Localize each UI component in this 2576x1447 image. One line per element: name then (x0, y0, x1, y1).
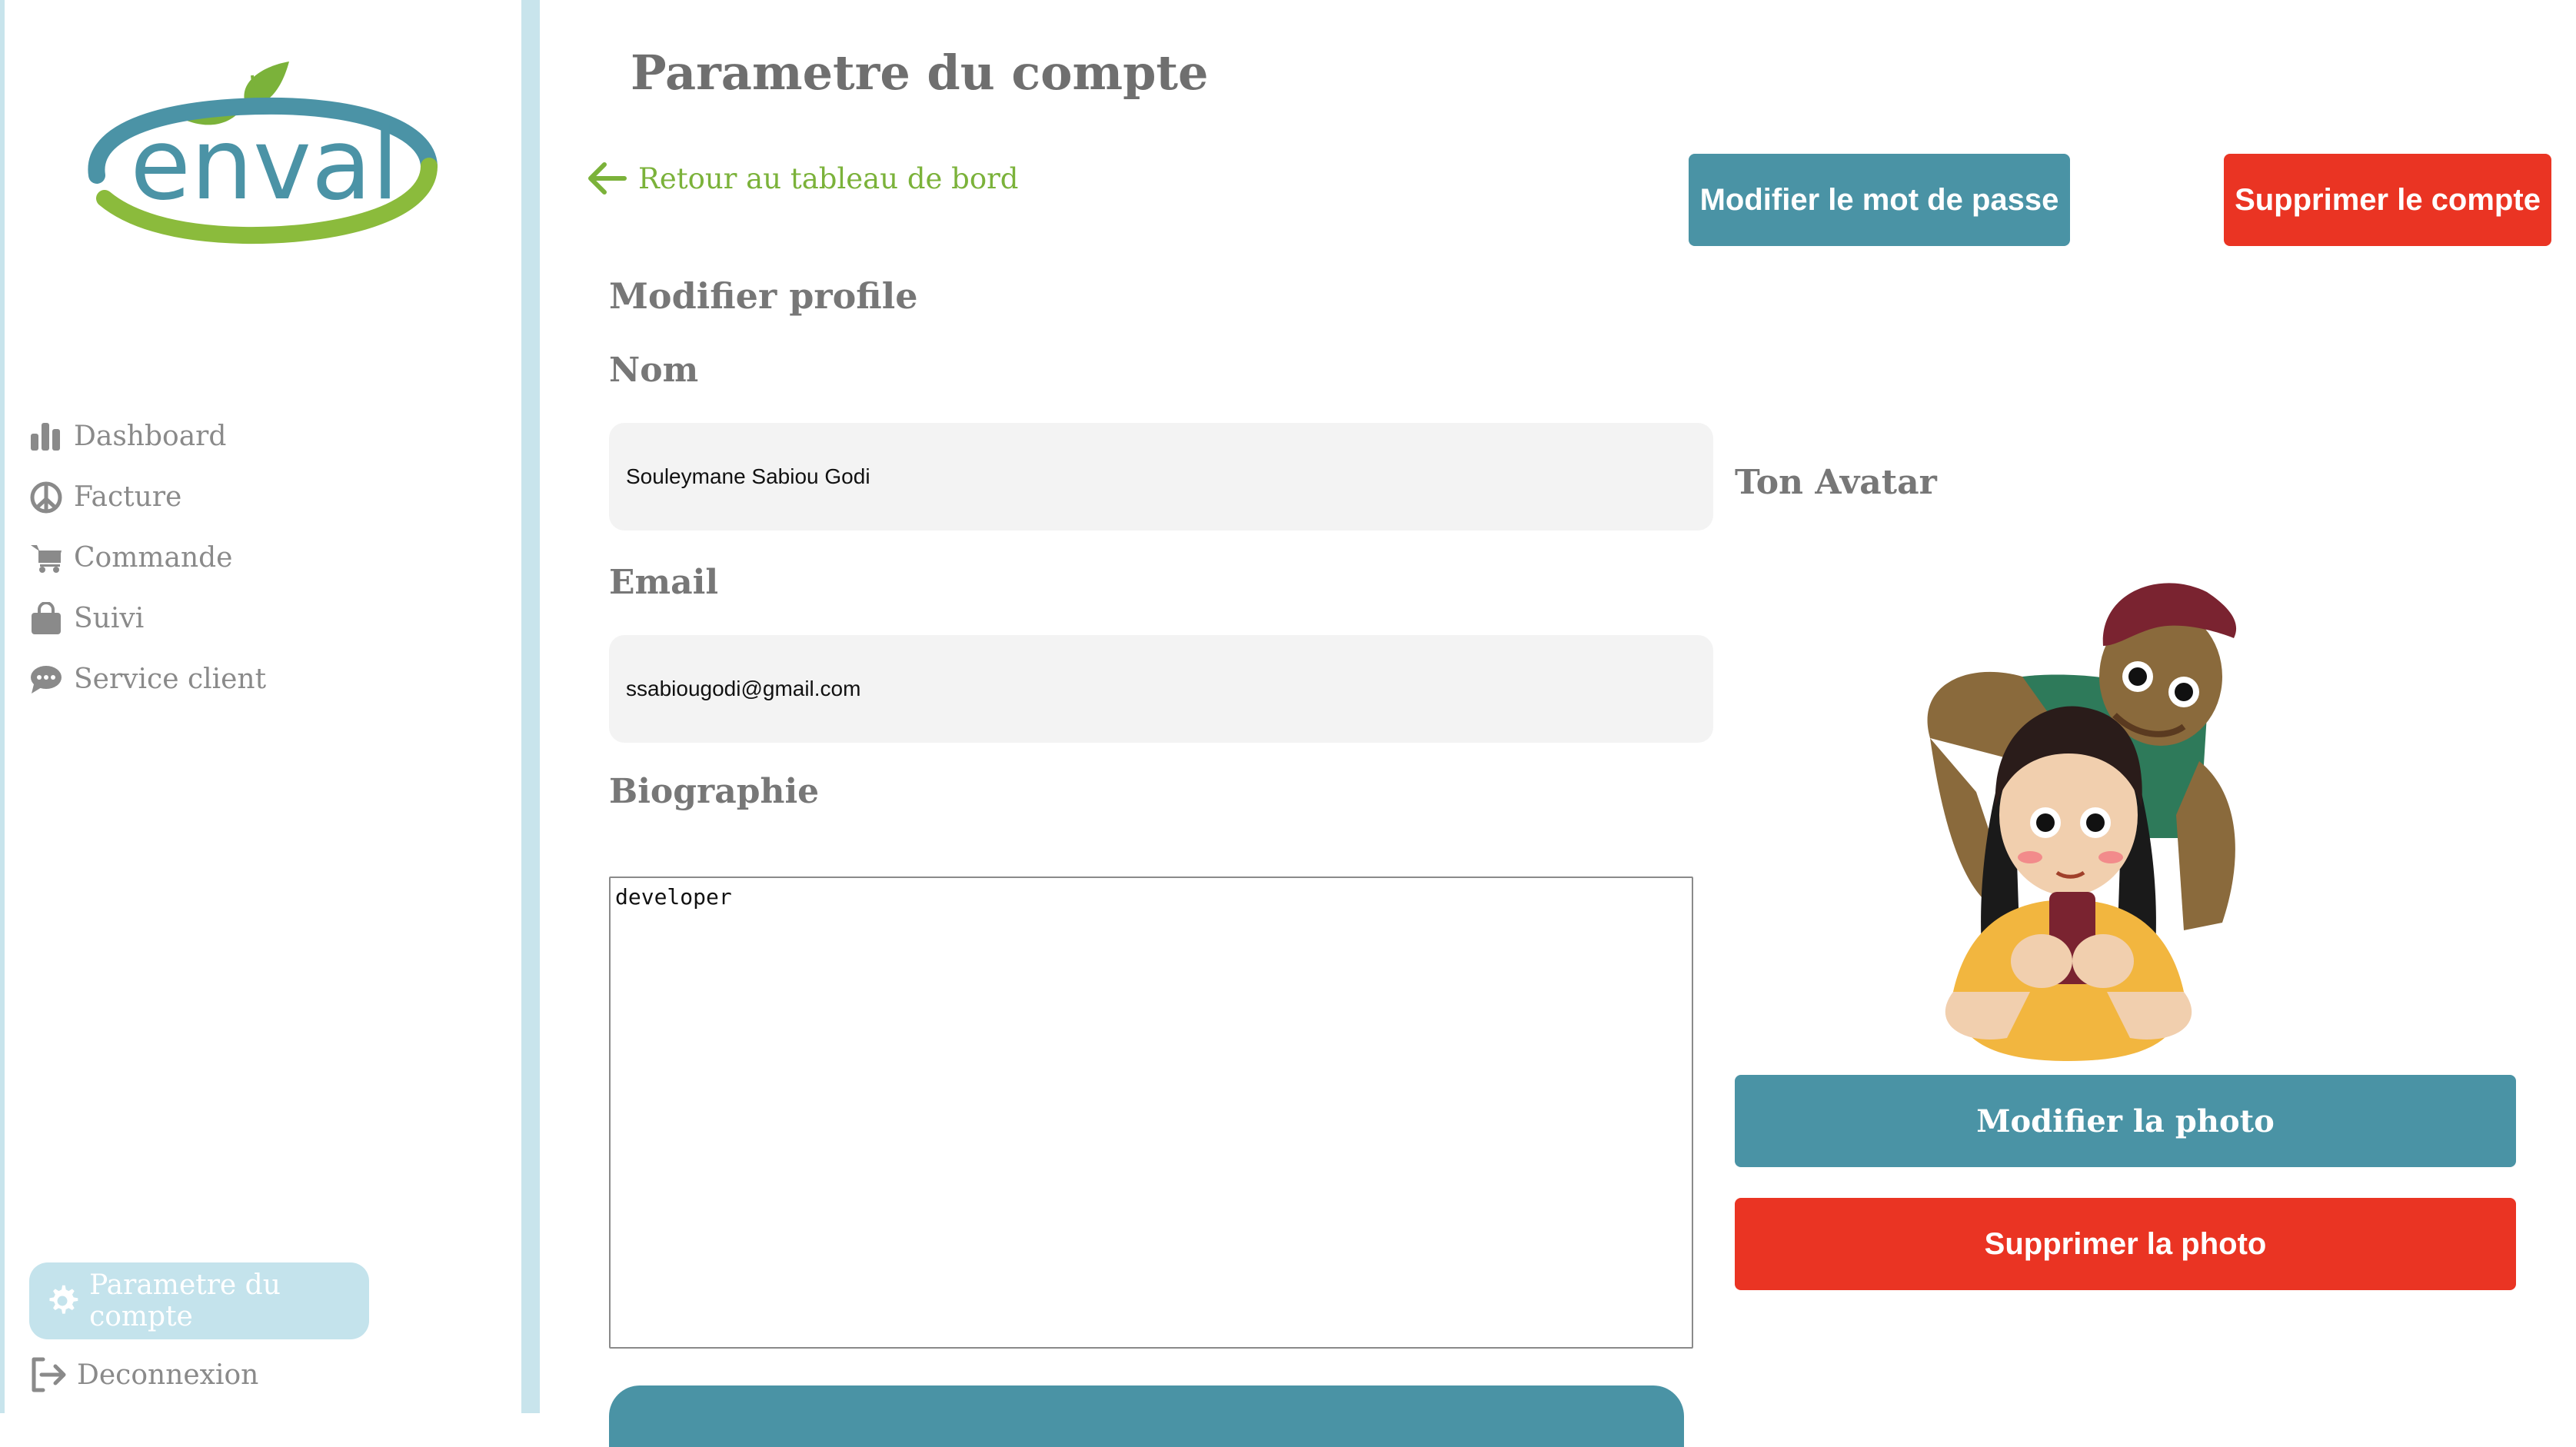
peace-icon (28, 479, 65, 516)
sidebar-item-service-client[interactable]: Service client (28, 649, 266, 710)
name-input[interactable] (609, 423, 1713, 531)
logout-label: Deconnexion (77, 1359, 259, 1391)
name-label: Nom (609, 351, 699, 390)
email-input[interactable] (609, 635, 1713, 743)
sidebar: enval Dashboard Facture Commande Suivi S… (5, 0, 521, 1413)
change-password-button[interactable]: Modifier le mot de passe (1689, 154, 2070, 246)
save-profile-button[interactable] (609, 1385, 1684, 1447)
sidebar-item-label: Facture (74, 481, 182, 513)
sidebar-nav: Dashboard Facture Commande Suivi Service… (28, 406, 266, 710)
sidebar-item-facture[interactable]: Facture (28, 467, 266, 527)
bio-label: Biographie (609, 772, 820, 811)
cart-icon (28, 540, 65, 577)
gear-icon (49, 1285, 78, 1314)
enval-logo: enval (82, 52, 451, 244)
arrow-left-icon (588, 162, 627, 195)
bio-textarea[interactable]: developer (609, 877, 1693, 1349)
email-label: Email (609, 563, 719, 602)
bar-chart-icon (28, 418, 65, 455)
shopping-bag-icon (28, 600, 65, 637)
change-photo-button[interactable]: Modifier la photo (1735, 1075, 2516, 1167)
chat-icon (28, 661, 65, 698)
edit-profile-heading: Modifier profile (609, 275, 918, 317)
avatar-image (1907, 561, 2384, 1076)
sidebar-item-commande[interactable]: Commande (28, 527, 266, 588)
sidebar-item-account-settings[interactable]: Parametre du compte (29, 1262, 369, 1339)
back-link-label: Retour au tableau de bord (638, 161, 1019, 195)
sidebar-item-label: Dashboard (74, 421, 227, 452)
page-title: Parametre du compte (631, 45, 1209, 101)
logout-icon (32, 1357, 66, 1392)
back-to-dashboard-link[interactable]: Retour au tableau de bord (583, 154, 1019, 203)
sidebar-item-dashboard[interactable]: Dashboard (28, 406, 266, 467)
settings-label: Parametre du compte (89, 1269, 281, 1332)
sidebar-item-suivi[interactable]: Suivi (28, 588, 266, 649)
logout-button[interactable]: Deconnexion (28, 1355, 258, 1395)
delete-account-button[interactable]: Supprimer le compte (2224, 154, 2551, 246)
sidebar-divider (521, 0, 540, 1413)
sidebar-item-label: Service client (74, 664, 267, 695)
sidebar-item-label: Suivi (74, 603, 145, 634)
logo-text: enval (130, 108, 399, 222)
delete-photo-button[interactable]: Supprimer la photo (1735, 1198, 2516, 1290)
sidebar-item-label: Commande (74, 542, 233, 574)
avatar-heading: Ton Avatar (1735, 463, 1937, 502)
